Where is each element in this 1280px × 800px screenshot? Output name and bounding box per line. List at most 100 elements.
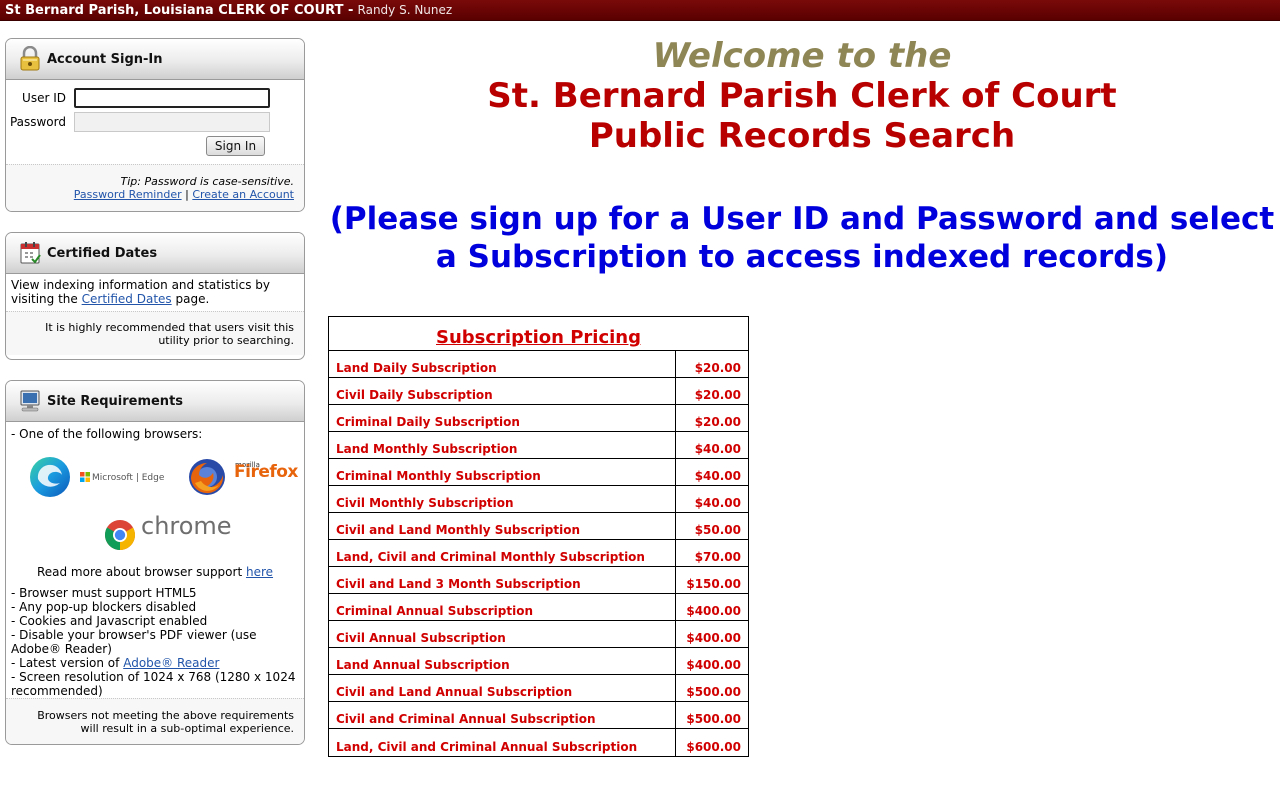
subscription-name: Land, Civil and Criminal Annual Subscrip… xyxy=(329,729,676,756)
subscription-name: Civil and Land 3 Month Subscription xyxy=(329,567,676,593)
list-item: - Disable your browser's PDF viewer (use… xyxy=(11,628,257,656)
subscription-price: $400.00 xyxy=(686,604,741,618)
subscription-price: $40.00 xyxy=(694,442,741,456)
browser-support-line: Read more about browser support here xyxy=(11,565,299,579)
adobe-reader-link[interactable]: Adobe® Reader xyxy=(123,656,219,670)
table-row: Civil and Land Monthly Subscription $50.0… xyxy=(329,513,748,540)
edge-label: Microsoft | Edge xyxy=(92,473,165,483)
subscription-price: $40.00 xyxy=(694,469,741,483)
table-row: Civil Annual Subscription $400.00 xyxy=(329,621,748,648)
list-item: - Any pop-up blockers disabled xyxy=(11,600,197,614)
edge-logo[interactable]: Microsoft | Edge xyxy=(28,455,165,499)
userid-input[interactable] xyxy=(74,88,270,108)
password-reminder-link[interactable]: Password Reminder xyxy=(74,188,182,201)
subscription-name: Civil Annual Subscription xyxy=(329,621,676,647)
computer-icon xyxy=(18,388,42,414)
subscription-name: Civil Monthly Subscription xyxy=(329,486,676,512)
lock-icon xyxy=(18,45,42,72)
certified-text-end: page. xyxy=(175,292,210,306)
microsoft-squares-icon xyxy=(80,472,90,482)
table-row: Civil and Criminal Annual Subscription $5… xyxy=(329,702,748,729)
subscription-price: $500.00 xyxy=(686,712,741,726)
table-row: Land Monthly Subscription $40.00 xyxy=(329,432,748,459)
list-item: - Latest version of Adobe® Reader xyxy=(11,656,299,670)
list-item: - Cookies and Javascript enabled xyxy=(11,614,208,628)
site-requirements-panel: Site Requirements - One of the following… xyxy=(5,380,305,745)
chrome-logo[interactable]: chrome xyxy=(104,512,234,553)
calendar-icon xyxy=(18,240,42,266)
subscription-name: Land Annual Subscription xyxy=(329,648,676,674)
pricing-caption: Subscription Pricing xyxy=(329,317,748,351)
requirements-footer: Browsers not meeting the above requireme… xyxy=(6,698,304,744)
account-links: Password Reminder | Create an Account xyxy=(16,188,294,201)
firefox-logo[interactable]: mozilla Firefox xyxy=(187,455,298,499)
subscription-name: Land Monthly Subscription xyxy=(329,432,676,458)
browsers-intro: - One of the following browsers: xyxy=(11,427,203,441)
table-row: Civil and Land 3 Month Subscription $150.… xyxy=(329,567,748,594)
subscription-price: $20.00 xyxy=(694,361,741,375)
certified-description: View indexing information and statistics… xyxy=(6,274,304,311)
clerk-name: Randy S. Nunez xyxy=(357,3,453,17)
firefox-icon xyxy=(189,459,225,495)
browser-logos: Microsoft | Edge mozilla Firefox chrome … xyxy=(11,441,299,579)
signin-panel-header: Account Sign-In xyxy=(6,39,304,80)
subscription-name: Civil Daily Subscription xyxy=(329,378,676,404)
signup-notice: (Please sign up for a User ID and Passwo… xyxy=(329,201,1275,275)
firefox-label: Firefox xyxy=(234,462,298,482)
signin-button[interactable]: Sign In xyxy=(206,136,265,156)
subscription-price: $150.00 xyxy=(686,577,741,591)
page-title-line1: St. Bernard Parish Clerk of Court xyxy=(487,76,1117,116)
table-row: Criminal Daily Subscription $20.00 xyxy=(329,405,748,432)
subscription-price: $20.00 xyxy=(694,388,741,402)
link-separator: | xyxy=(185,188,189,201)
subscription-price: $400.00 xyxy=(686,631,741,645)
subscription-name: Criminal Annual Subscription xyxy=(329,594,676,620)
subscription-name: Civil and Land Monthly Subscription xyxy=(329,513,676,539)
requirements-panel-title: Site Requirements xyxy=(47,393,184,409)
chrome-icon xyxy=(104,520,136,550)
welcome-heading: Welcome to the xyxy=(652,36,952,76)
certified-panel-header: Certified Dates xyxy=(6,233,304,274)
table-row: Criminal Annual Subscription $400.00 xyxy=(329,594,748,621)
certified-panel-title: Certified Dates xyxy=(47,245,158,261)
edge-icon xyxy=(30,457,70,497)
create-account-link[interactable]: Create an Account xyxy=(192,188,294,201)
userid-label: User ID xyxy=(22,91,66,105)
subscription-price: $20.00 xyxy=(694,415,741,429)
table-row: Land, Civil and Criminal Monthly Subscri… xyxy=(329,540,748,567)
page-title-line2: Public Records Search xyxy=(588,116,1016,156)
password-input[interactable] xyxy=(74,112,270,132)
certified-note: It is highly recommended that users visi… xyxy=(6,311,304,355)
subscription-price: $40.00 xyxy=(694,496,741,510)
browser-support-link[interactable]: here xyxy=(246,565,273,579)
signin-panel-title: Account Sign-In xyxy=(47,51,163,67)
top-header-bar: St Bernard Parish, Louisiana CLERK OF CO… xyxy=(0,0,1280,21)
table-row: Land Daily Subscription $20.00 xyxy=(329,351,748,378)
table-row: Civil Daily Subscription $20.00 xyxy=(329,378,748,405)
chrome-label: chrome xyxy=(141,512,232,540)
subscription-pricing-table: Subscription Pricing Land Daily Subscrip… xyxy=(328,316,749,757)
list-item: - Screen resolution of 1024 x 768 (1280 … xyxy=(11,670,296,698)
subscription-name: Civil and Land Annual Subscription xyxy=(329,675,676,701)
latest-version-text: - Latest version of xyxy=(11,656,120,670)
requirements-panel-header: Site Requirements xyxy=(6,381,304,422)
table-row: Land, Civil and Criminal Annual Subscrip… xyxy=(329,729,748,756)
requirements-list: - Browser must support HTML5 - Any pop-u… xyxy=(11,586,299,698)
subscription-price: $70.00 xyxy=(694,550,741,564)
signin-panel-footer: Tip: Password is case-sensitive. Passwor… xyxy=(6,164,304,211)
subscription-name: Criminal Monthly Subscription xyxy=(329,459,676,485)
table-row: Civil Monthly Subscription $40.00 xyxy=(329,486,748,513)
certified-dates-link[interactable]: Certified Dates xyxy=(82,292,172,306)
subscription-name: Civil and Criminal Annual Subscription xyxy=(329,702,676,728)
subscription-price: $400.00 xyxy=(686,658,741,672)
pricing-rows: Land Daily Subscription $20.00 Civil Daily… xyxy=(329,351,748,756)
requirements-body: - One of the following browsers: Microso… xyxy=(6,422,304,698)
subscription-name: Land, Civil and Criminal Monthly Subscri… xyxy=(329,540,676,566)
certified-dates-panel: Certified Dates View indexing informatio… xyxy=(5,232,305,360)
browser-support-text: Read more about browser support xyxy=(36,565,243,579)
subscription-price: $50.00 xyxy=(694,523,741,537)
subscription-name: Land Daily Subscription xyxy=(329,351,676,377)
subscription-name: Criminal Daily Subscription xyxy=(329,405,676,431)
subscription-price: $600.00 xyxy=(686,740,741,754)
password-tip: Tip: Password is case-sensitive. xyxy=(120,175,294,188)
